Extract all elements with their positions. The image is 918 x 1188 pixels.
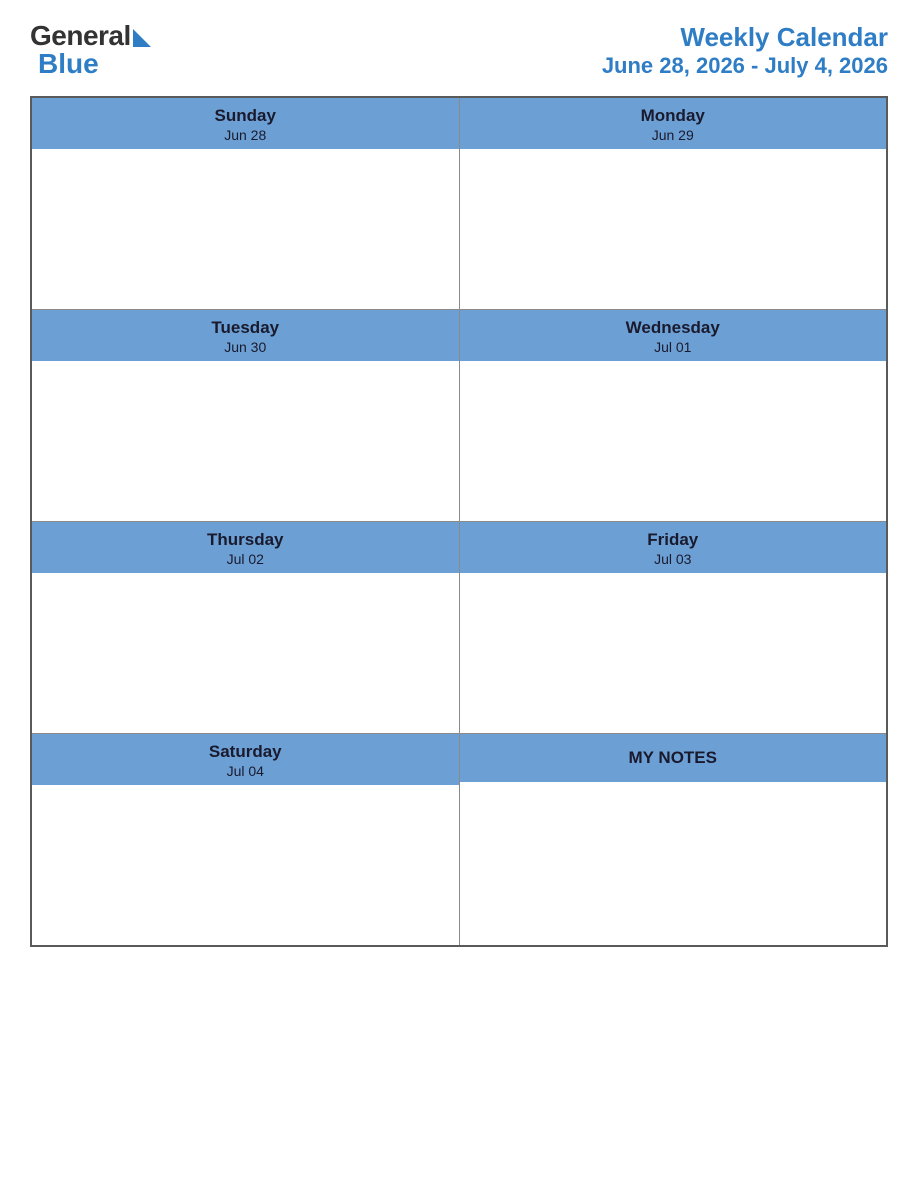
logo-triangle-icon (133, 29, 151, 47)
monday-content (460, 149, 887, 309)
friday-date: Jul 03 (464, 551, 883, 567)
wednesday-content (460, 361, 887, 521)
saturday-date: Jul 04 (36, 763, 455, 779)
sunday-content (32, 149, 459, 309)
thursday-cell: Thursday Jul 02 (31, 522, 459, 734)
table-row: Thursday Jul 02 Friday Jul 03 (31, 522, 887, 734)
monday-cell: Monday Jun 29 (459, 97, 887, 310)
notes-content (460, 782, 887, 942)
monday-header: Monday Jun 29 (460, 98, 887, 149)
notes-label: MY NOTES (464, 748, 883, 768)
logo-blue-text: Blue (38, 48, 99, 80)
thursday-header: Thursday Jul 02 (32, 522, 459, 573)
thursday-date: Jul 02 (36, 551, 455, 567)
wednesday-name: Wednesday (464, 318, 883, 338)
table-row: Tuesday Jun 30 Wednesday Jul 01 (31, 310, 887, 522)
thursday-name: Thursday (36, 530, 455, 550)
wednesday-date: Jul 01 (464, 339, 883, 355)
sunday-header: Sunday Jun 28 (32, 98, 459, 149)
saturday-name: Saturday (36, 742, 455, 762)
logo: General Blue (30, 20, 151, 80)
friday-cell: Friday Jul 03 (459, 522, 887, 734)
calendar-date-range: June 28, 2026 - July 4, 2026 (602, 53, 888, 79)
wednesday-cell: Wednesday Jul 01 (459, 310, 887, 522)
monday-date: Jun 29 (464, 127, 883, 143)
calendar-title: Weekly Calendar (602, 22, 888, 53)
sunday-cell: Sunday Jun 28 (31, 97, 459, 310)
tuesday-content (32, 361, 459, 521)
wednesday-header: Wednesday Jul 01 (460, 310, 887, 361)
friday-name: Friday (464, 530, 883, 550)
friday-content (460, 573, 887, 733)
calendar-grid: Sunday Jun 28 Monday Jun 29 Tuesday Jun … (30, 96, 888, 947)
table-row: Saturday Jul 04 MY NOTES (31, 734, 887, 947)
friday-header: Friday Jul 03 (460, 522, 887, 573)
page-header: General Blue Weekly Calendar June 28, 20… (30, 20, 888, 80)
monday-name: Monday (464, 106, 883, 126)
saturday-cell: Saturday Jul 04 (31, 734, 459, 947)
notes-cell: MY NOTES (459, 734, 887, 947)
sunday-date: Jun 28 (36, 127, 455, 143)
table-row: Sunday Jun 28 Monday Jun 29 (31, 97, 887, 310)
title-section: Weekly Calendar June 28, 2026 - July 4, … (602, 22, 888, 79)
saturday-header: Saturday Jul 04 (32, 734, 459, 785)
thursday-content (32, 573, 459, 733)
saturday-content (32, 785, 459, 945)
tuesday-name: Tuesday (36, 318, 455, 338)
sunday-name: Sunday (36, 106, 455, 126)
tuesday-cell: Tuesday Jun 30 (31, 310, 459, 522)
notes-header: MY NOTES (460, 734, 887, 782)
tuesday-header: Tuesday Jun 30 (32, 310, 459, 361)
tuesday-date: Jun 30 (36, 339, 455, 355)
